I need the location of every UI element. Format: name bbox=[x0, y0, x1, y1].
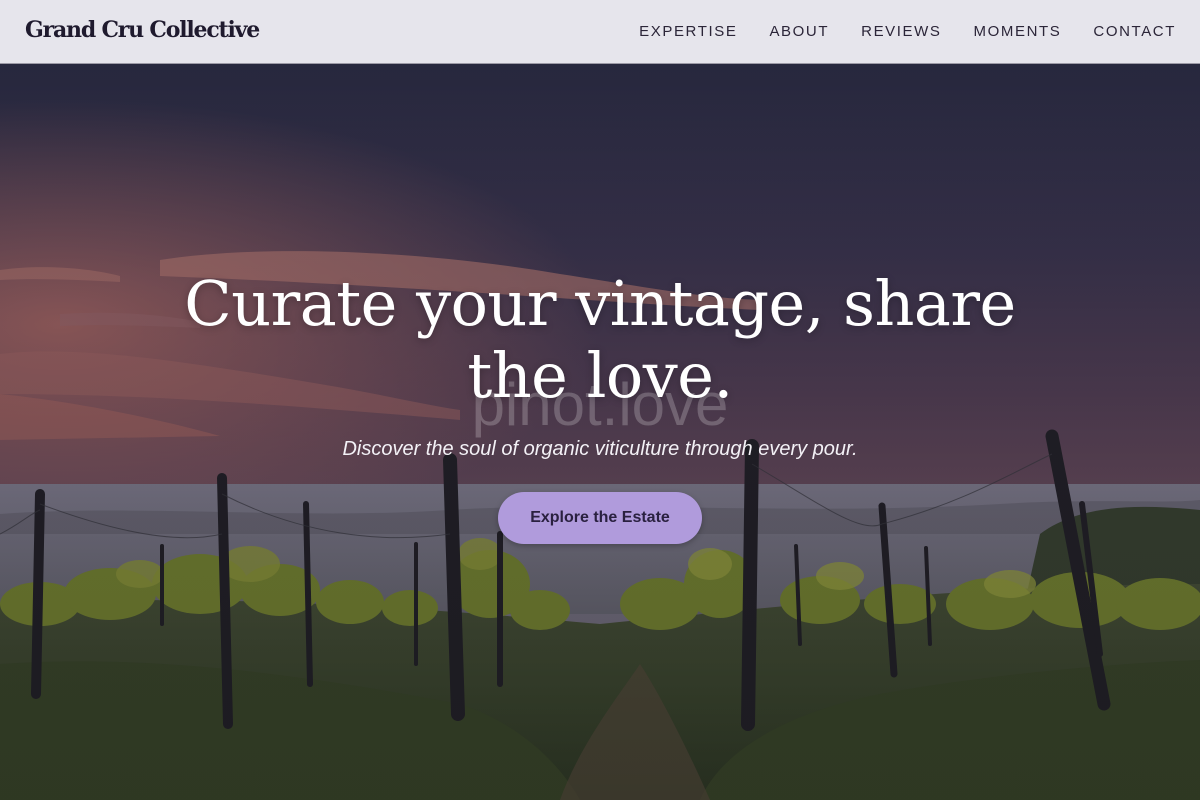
hero-subtitle: Discover the soul of organic viticulture… bbox=[342, 438, 858, 460]
nav-link-moments[interactable]: MOMENTS bbox=[974, 23, 1062, 40]
nav-item-reviews: REVIEWS bbox=[861, 23, 941, 41]
nav-link-about[interactable]: ABOUT bbox=[769, 23, 829, 40]
brand-logo[interactable]: Grand Cru Collective bbox=[25, 17, 260, 43]
hero-title: Curate your vintage, share the love. bbox=[184, 267, 1016, 412]
nav-item-moments: MOMENTS bbox=[974, 23, 1062, 41]
hero-content: pinot.love Curate your vintage, share th… bbox=[0, 64, 1200, 800]
page: Grand Cru Collective EXPERTISE ABOUT REV… bbox=[0, 0, 1200, 800]
nav-item-about: ABOUT bbox=[769, 23, 829, 41]
nav-link-contact[interactable]: CONTACT bbox=[1093, 23, 1176, 40]
nav-item-contact: CONTACT bbox=[1093, 23, 1176, 41]
site-header: Grand Cru Collective EXPERTISE ABOUT REV… bbox=[0, 0, 1200, 64]
nav-link-reviews[interactable]: REVIEWS bbox=[861, 23, 941, 40]
nav-item-expertise: EXPERTISE bbox=[639, 23, 737, 41]
hero-section: pinot.love Curate your vintage, share th… bbox=[0, 64, 1200, 800]
main-nav: EXPERTISE ABOUT REVIEWS MOMENTS CONTACT bbox=[639, 0, 1176, 64]
nav-link-expertise[interactable]: EXPERTISE bbox=[639, 23, 737, 40]
explore-estate-button[interactable]: Explore the Estate bbox=[498, 492, 702, 544]
